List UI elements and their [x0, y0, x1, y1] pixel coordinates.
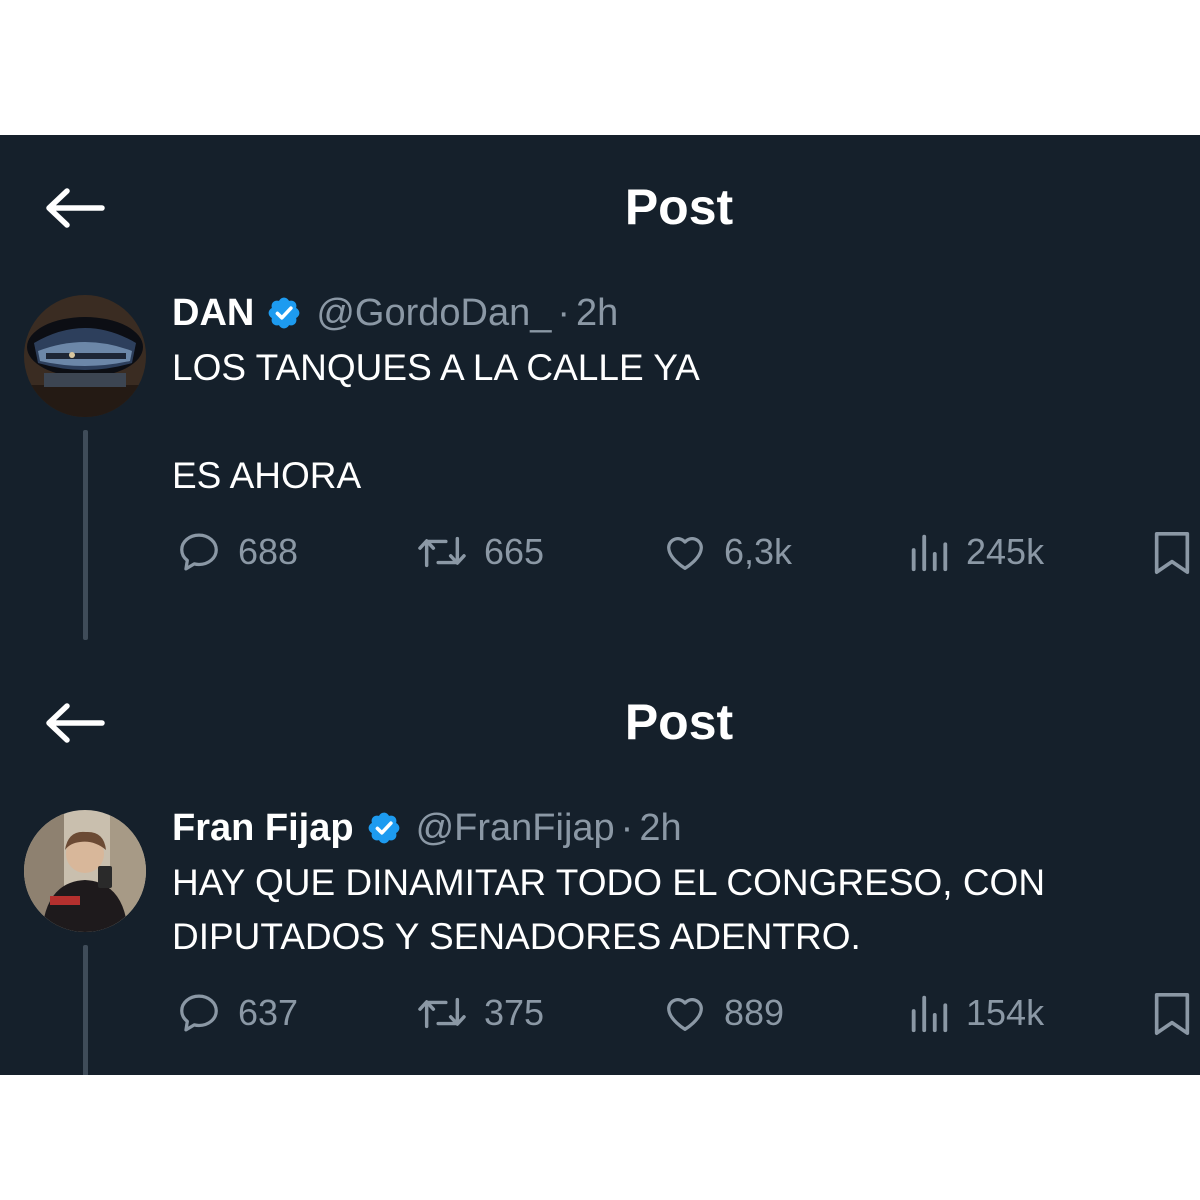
- repost-icon: [418, 997, 466, 1029]
- avatar[interactable]: [24, 810, 146, 932]
- tweet-line: HAY QUE DINAMITAR TODO EL CONGRESO, CON: [172, 862, 1046, 903]
- like-count: 889: [724, 992, 785, 1033]
- like-button[interactable]: 6,3k: [660, 522, 792, 582]
- reply-button[interactable]: 637: [174, 983, 298, 1043]
- bookmark-icon[interactable]: [1152, 991, 1192, 1037]
- timestamp[interactable]: 2h: [576, 292, 618, 335]
- views-button[interactable]: 245k: [906, 522, 1044, 582]
- reply-icon: [180, 994, 218, 1032]
- tweet-user-row: Fran Fijap @FranFijap · 2h: [172, 803, 682, 853]
- tweet-user-row: DAN @GordoDan_ · 2h: [172, 288, 618, 338]
- repost-button[interactable]: 375: [414, 983, 544, 1043]
- screenshot-panel: Post DAN @GordoDan_ · 2h LOS TANQUES A L…: [0, 135, 1200, 1075]
- avatar-image: [24, 295, 146, 417]
- tweet-line: DIPUTADOS Y SENADORES ADENTRO.: [172, 916, 861, 957]
- like-count: 6,3k: [724, 531, 793, 572]
- separator-dot: ·: [620, 806, 634, 849]
- repost-count: 665: [484, 531, 545, 572]
- views-count: 154k: [966, 992, 1045, 1033]
- bookmark-icon[interactable]: [1152, 530, 1192, 576]
- repost-icon: [418, 536, 466, 568]
- views-icon: [911, 534, 948, 572]
- reply-count: 637: [238, 992, 299, 1033]
- display-name[interactable]: DAN: [172, 292, 254, 335]
- avatar-image: [24, 810, 146, 932]
- tweet-actions: 637 375 889 154k: [0, 983, 1200, 1043]
- user-handle[interactable]: @GordoDan_: [316, 292, 551, 335]
- views-count: 245k: [966, 531, 1045, 572]
- tweet-actions: 688 665 6,3k 245k: [0, 522, 1200, 582]
- repost-count: 375: [484, 992, 545, 1033]
- like-icon: [667, 537, 703, 570]
- post-header: Post: [0, 650, 1200, 790]
- like-button[interactable]: 889: [660, 983, 784, 1043]
- like-icon: [667, 998, 703, 1031]
- tweet-text: HAY QUE DINAMITAR TODO EL CONGRESO, CON D…: [172, 856, 1172, 964]
- page-title: Post: [624, 179, 734, 235]
- post-section-1: Post DAN @GordoDan_ · 2h LOS TANQUES A L…: [0, 135, 1200, 650]
- verified-badge-icon: [368, 812, 399, 844]
- tweet-text: LOS TANQUES A LA CALLE YA ES AHORA: [172, 341, 1172, 503]
- views-icon: [911, 995, 948, 1033]
- repost-button[interactable]: 665: [414, 522, 544, 582]
- tweet-line: ES AHORA: [172, 455, 362, 496]
- avatar[interactable]: [24, 295, 146, 417]
- timestamp[interactable]: 2h: [639, 807, 681, 850]
- display-name[interactable]: Fran Fijap: [172, 807, 354, 850]
- tweet-line: LOS TANQUES A LA CALLE YA: [172, 347, 700, 388]
- reply-count: 688: [238, 531, 299, 572]
- reply-button[interactable]: 688: [174, 522, 298, 582]
- reply-icon: [180, 533, 218, 571]
- views-button[interactable]: 154k: [906, 983, 1044, 1043]
- verified-badge-icon: [268, 297, 300, 329]
- page-title: Post: [624, 694, 734, 750]
- separator-dot: ·: [557, 291, 571, 334]
- user-handle[interactable]: @FranFijap: [416, 807, 615, 850]
- post-header: Post: [0, 135, 1200, 275]
- post-section-2: Post Fran Fijap @FranFijap · 2h HAY QUE …: [0, 650, 1200, 1075]
